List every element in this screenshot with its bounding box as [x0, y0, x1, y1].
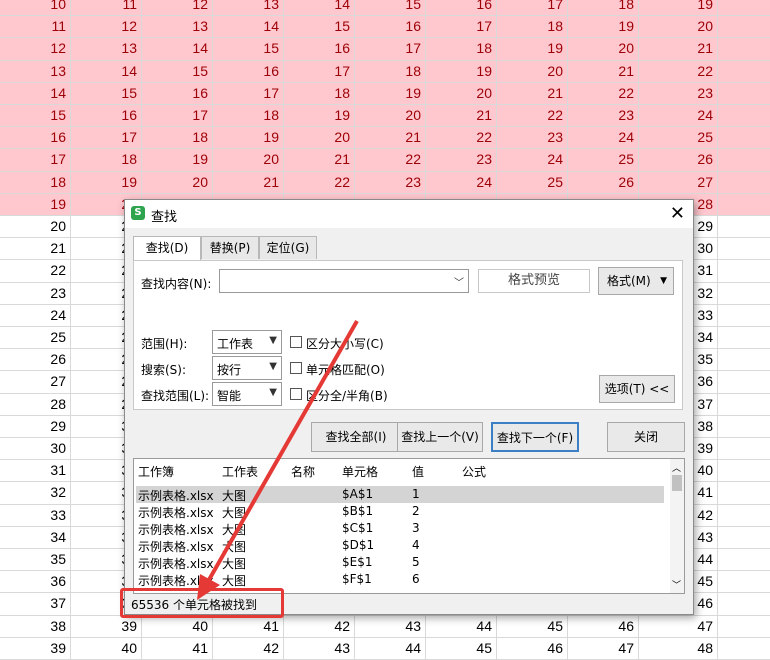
annotation-highlight-box [120, 588, 284, 618]
annotation-arrow-line [204, 320, 359, 586]
annotation-arrow [197, 320, 359, 600]
